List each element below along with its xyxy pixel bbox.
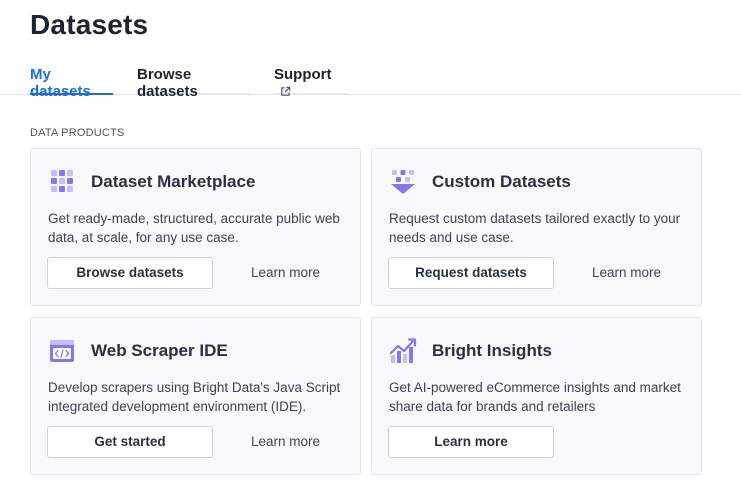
card-title: Web Scraper IDE xyxy=(91,341,228,360)
learn-more-button[interactable]: Learn more xyxy=(388,426,554,458)
external-link-icon xyxy=(280,84,291,101)
card-title: Bright Insights xyxy=(432,341,552,360)
learn-more-link[interactable]: Learn more xyxy=(592,265,661,280)
tab-label: My datasets xyxy=(30,66,91,100)
card-description: Request custom datasets tailored exactly… xyxy=(389,211,681,245)
learn-more-link[interactable]: Learn more xyxy=(251,434,320,449)
grid-icon xyxy=(48,168,76,196)
code-window-icon xyxy=(48,337,76,365)
get-started-button[interactable]: Get started xyxy=(47,426,213,458)
tab-support[interactable]: Support xyxy=(274,66,347,96)
tab-my-datasets[interactable]: My datasets xyxy=(30,66,113,100)
card-title: Dataset Marketplace xyxy=(91,172,256,191)
browse-datasets-button[interactable]: Browse datasets xyxy=(47,257,213,289)
card-description: Get AI-powered eCommerce insights and ma… xyxy=(389,380,681,414)
learn-more-link[interactable]: Learn more xyxy=(251,265,320,280)
request-datasets-button[interactable]: Request datasets xyxy=(388,257,554,289)
section-label: DATA PRODUCTS xyxy=(30,127,125,139)
card-title: Custom Datasets xyxy=(432,172,571,191)
card-description: Get ready-made, structured, accurate pub… xyxy=(48,211,340,245)
card-description: Develop scrapers using Bright Data's Jav… xyxy=(48,380,341,414)
tab-label: Browse datasets xyxy=(137,66,198,100)
tab-browse-datasets[interactable]: Browse datasets xyxy=(137,66,250,100)
card-web-scraper-ide: Web Scraper IDE Develop scrapers using B… xyxy=(30,317,361,475)
chart-trend-icon xyxy=(389,337,417,365)
tab-bar: My datasets Browse datasets Support xyxy=(0,60,741,100)
page-title: Datasets xyxy=(30,9,149,40)
card-bright-insights: Bright Insights Get AI-powered eCommerce… xyxy=(371,317,702,475)
card-custom-datasets: Custom Datasets Request custom datasets … xyxy=(371,148,702,306)
tab-label: Support xyxy=(274,66,332,83)
funnel-icon xyxy=(389,168,417,196)
card-dataset-marketplace: Dataset Marketplace Get ready-made, stru… xyxy=(30,148,361,306)
